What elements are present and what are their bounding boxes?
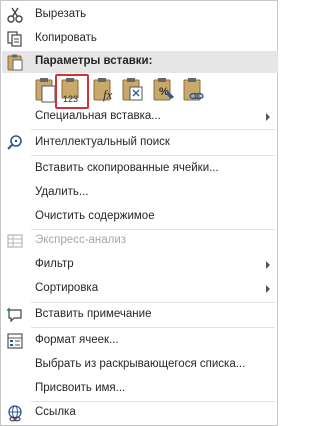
paste-values-badge: 123 [63,94,79,104]
filter-item[interactable]: Фильтр [2,253,278,277]
svg-text:fx: fx [103,87,113,102]
copy-label: Копировать [35,32,97,44]
submenu-arrow-icon [266,113,270,121]
link-label: Ссылка [35,406,76,418]
separator [31,327,275,328]
format-cells-icon [7,333,23,349]
submenu-arrow-icon [266,261,270,269]
comment-icon [7,308,22,323]
smart-lookup-label: Интеллектуальный поиск [35,136,170,148]
filter-label: Фильтр [35,258,74,270]
insert-comment-label: Вставить примечание [35,308,152,320]
copy-icon [7,31,22,47]
cut-item[interactable]: Вырезать [2,3,278,27]
paste-special-label: Специальная вставка... [35,110,161,122]
separator [31,129,275,130]
delete-item[interactable]: Удалить... [2,181,278,205]
insert-copied-cells-item[interactable]: Вставить скопированные ячейки... [2,157,278,181]
format-cells-item[interactable]: Формат ячеек... [2,329,278,353]
sort-label: Сортировка [35,282,99,294]
insert-comment-item[interactable]: Вставить примечание [2,303,278,327]
pick-from-dropdown-item[interactable]: Выбрать из раскрывающегося списка... [2,353,278,377]
paste-link-icon[interactable] [182,77,206,103]
submenu-arrow-icon [266,285,270,293]
smart-lookup-icon [7,135,22,150]
cut-label: Вырезать [35,8,87,20]
separator [31,155,275,156]
copy-item[interactable]: Копировать [2,27,278,51]
delete-label: Удалить... [35,186,89,198]
insert-copied-cells-label: Вставить скопированные ячейки... [35,162,219,174]
quick-analysis-item: Экспресс-анализ [2,229,278,253]
paste-options-header: Параметры вставки: [2,51,278,73]
link-item[interactable]: Ссылка [2,401,278,425]
paste-values-button[interactable]: 123 [55,74,89,109]
paste-options-label: Параметры вставки: [35,55,153,67]
clear-contents-item[interactable]: Очистить содержимое [2,205,278,229]
quick-analysis-label: Экспресс-анализ [35,234,127,246]
clear-contents-label: Очистить содержимое [35,210,155,222]
define-name-item[interactable]: Присвоить имя... [2,377,278,401]
context-menu: Вырезать Копировать Параметры вставки: 1… [0,0,278,426]
link-icon [8,405,22,422]
paste-special-item[interactable]: Специальная вставка... [2,105,278,129]
pick-from-dropdown-label: Выбрать из раскрывающегося списка... [35,358,246,370]
smart-lookup-item[interactable]: Интеллектуальный поиск [2,131,278,155]
clipboard-icon [7,54,23,71]
scissors-icon [7,7,23,23]
format-cells-label: Формат ячеек... [35,334,119,346]
paste-formulas-icon[interactable]: fx [92,77,116,103]
paste-transpose-icon[interactable] [121,77,145,103]
paste-formatting-icon[interactable]: % [152,77,176,103]
sort-item[interactable]: Сортировка [2,277,278,301]
define-name-label: Присвоить имя... [35,382,126,394]
quick-analysis-icon [7,234,23,248]
